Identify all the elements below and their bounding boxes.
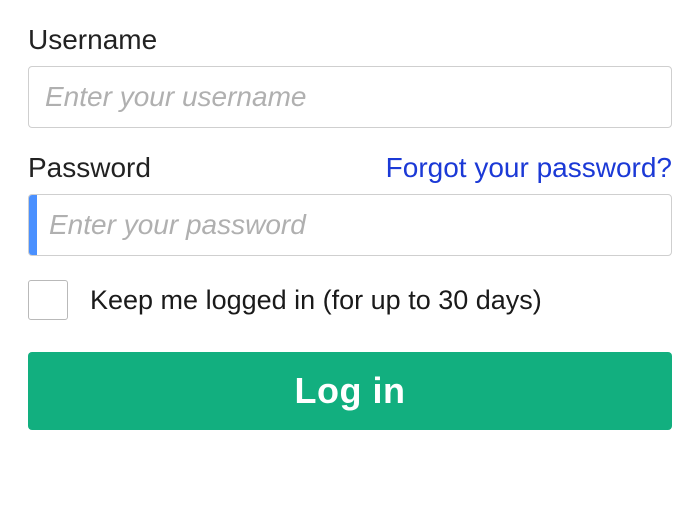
- username-group: Username: [28, 24, 672, 128]
- password-label: Password: [28, 152, 151, 184]
- username-label: Username: [28, 24, 157, 56]
- password-label-row: Password Forgot your password?: [28, 152, 672, 184]
- username-input[interactable]: [28, 66, 672, 128]
- remember-label[interactable]: Keep me logged in (for up to 30 days): [90, 285, 542, 316]
- password-input-wrapper: [28, 194, 672, 256]
- remember-checkbox[interactable]: [28, 280, 68, 320]
- forgot-password-link[interactable]: Forgot your password?: [386, 152, 672, 184]
- login-form: Username Password Forgot your password? …: [28, 24, 672, 430]
- password-input[interactable]: [28, 194, 672, 256]
- remember-row: Keep me logged in (for up to 30 days): [28, 280, 672, 320]
- password-group: Password Forgot your password?: [28, 152, 672, 256]
- login-button[interactable]: Log in: [28, 352, 672, 430]
- username-label-row: Username: [28, 24, 672, 56]
